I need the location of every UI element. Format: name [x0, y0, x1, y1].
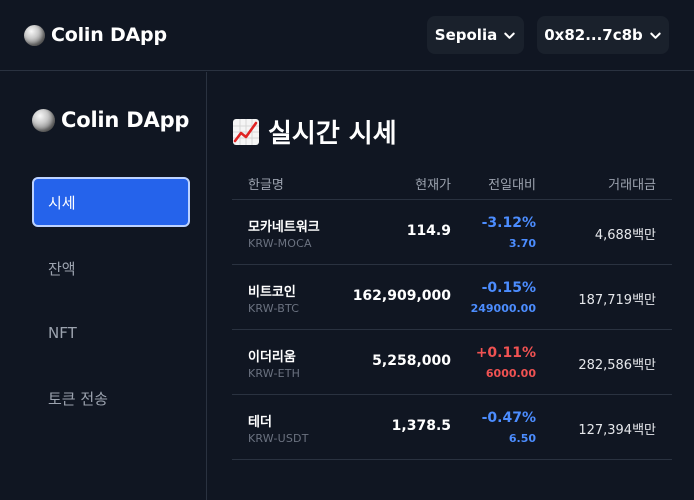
page-title: 실시간 시세 [232, 113, 397, 150]
account-selector[interactable]: 0x82...7c8b [537, 16, 669, 54]
trade-volume: 282,586백만 [578, 358, 656, 373]
sidebar-item-token-transfer[interactable]: 토큰 전송 [32, 373, 190, 423]
market-code: KRW-USDT [248, 432, 309, 445]
change-rate: -0.15% [481, 280, 536, 296]
table-row[interactable]: 이더리움 KRW-ETH 5,258,000 +0.11% 6000.00 28… [232, 330, 672, 395]
column-header-volume: 거래대금 [608, 178, 656, 193]
coin-name: 테더 [248, 415, 272, 430]
coin-name: 이더리움 [248, 350, 296, 365]
column-header-price: 현재가 [415, 178, 451, 193]
change-amount: 6.50 [508, 432, 536, 445]
coin-logo-icon [32, 108, 55, 132]
sidebar-brand-text: Colin DApp [61, 108, 190, 132]
market-code: KRW-MOCA [248, 237, 312, 250]
coin-name: 비트코인 [248, 285, 296, 300]
coin-name: 모카네트워크 [248, 220, 320, 235]
change-rate: -3.12% [481, 215, 536, 231]
header-brand[interactable]: Colin DApp [24, 23, 167, 47]
table-row[interactable]: 테더 KRW-USDT 1,378.5 -0.47% 6.50 127,394백… [232, 395, 672, 460]
page-title-text: 실시간 시세 [268, 119, 397, 149]
sidebar-item-price[interactable]: 시세 [32, 177, 190, 227]
price-table: 한글명 현재가 전일대비 거래대금 모카네트워크 KRW-MOCA 114.9 … [232, 164, 672, 460]
current-price: 5,258,000 [372, 353, 451, 369]
main-content: 실시간 시세 한글명 현재가 전일대비 거래대금 모카네트워크 KRW-MOCA… [208, 72, 694, 500]
header-brand-text: Colin DApp [51, 24, 167, 46]
current-price: 1,378.5 [391, 418, 451, 434]
table-row[interactable]: 모카네트워크 KRW-MOCA 114.9 -3.12% 3.70 4,688백… [232, 200, 672, 265]
sidebar-brand: Colin DApp [32, 108, 189, 132]
account-address: 0x82...7c8b [544, 26, 643, 44]
change-amount: 249000.00 [470, 302, 536, 315]
change-rate: +0.11% [475, 345, 536, 361]
trade-volume: 187,719백만 [578, 293, 656, 308]
change-rate: -0.47% [481, 410, 536, 426]
market-code: KRW-BTC [248, 302, 300, 315]
network-label: Sepolia [434, 26, 498, 44]
column-header-change: 전일대비 [488, 178, 536, 193]
table-row[interactable]: 비트코인 KRW-BTC 162,909,000 -0.15% 249000.0… [232, 265, 672, 330]
current-price: 162,909,000 [352, 288, 451, 304]
trade-volume: 127,394백만 [578, 423, 656, 438]
sidebar: Colin DApp 시세 잔액 NFT 토큰 전송 [0, 72, 207, 500]
sidebar-item-balance[interactable]: 잔액 [32, 243, 190, 293]
network-selector[interactable]: Sepolia [427, 16, 524, 54]
column-header-name: 한글명 [248, 178, 284, 193]
sidebar-item-nft[interactable]: NFT [32, 308, 190, 358]
chart-increasing-icon [233, 118, 259, 145]
current-price: 114.9 [406, 223, 451, 239]
table-header: 한글명 현재가 전일대비 거래대금 [232, 164, 672, 200]
top-bar: Colin DApp Sepolia 0x82...7c8b [0, 0, 694, 71]
chevron-down-icon [504, 32, 515, 39]
coin-logo-icon [24, 24, 45, 46]
change-amount: 6000.00 [485, 367, 536, 380]
market-code: KRW-ETH [248, 367, 301, 380]
chevron-down-icon [650, 32, 661, 39]
trade-volume: 4,688백만 [594, 228, 656, 243]
change-amount: 3.70 [508, 237, 536, 250]
